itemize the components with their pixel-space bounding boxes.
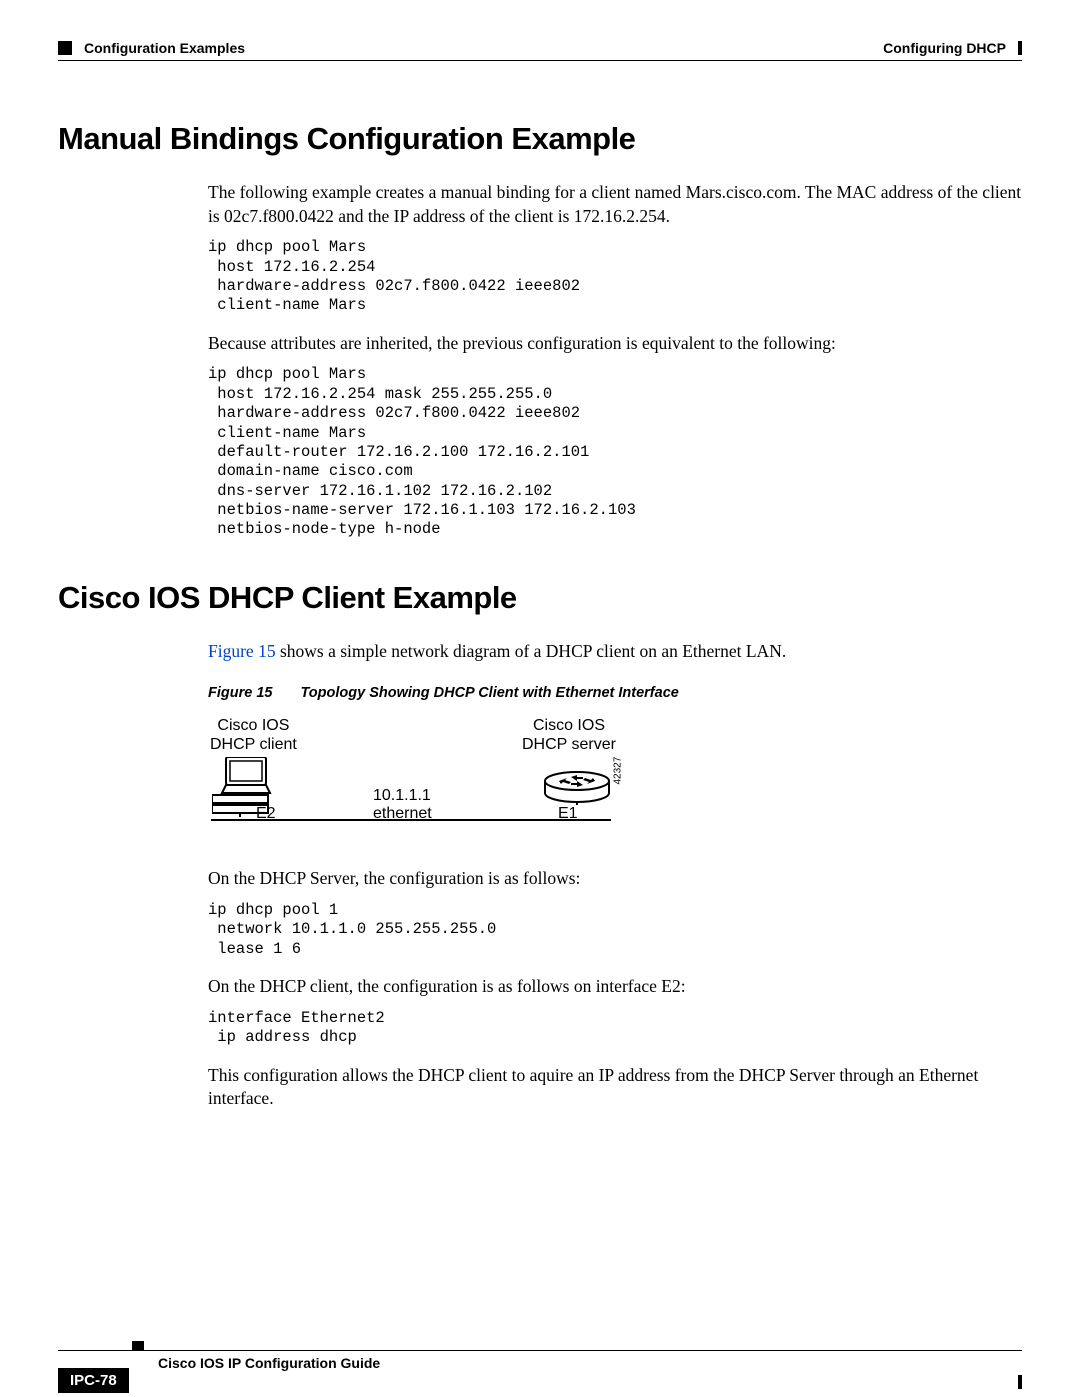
router-icon bbox=[543, 771, 611, 805]
diagram-label-ip: 10.1.1.1 bbox=[373, 787, 431, 805]
paragraph-conclusion: This configuration allows the DHCP clien… bbox=[208, 1064, 1022, 1111]
diagram-label-e1: E1 bbox=[558, 805, 578, 823]
diagram-label-client: Cisco IOS DHCP client bbox=[210, 717, 297, 754]
figure-number: Figure 15 bbox=[208, 685, 272, 701]
code-block-pool-full: ip dhcp pool Mars host 172.16.2.254 mask… bbox=[208, 365, 1022, 539]
figure-title: Topology Showing DHCP Client with Ethern… bbox=[300, 685, 678, 701]
header-left: Configuration Examples bbox=[58, 40, 245, 56]
header-bar-icon bbox=[1018, 41, 1022, 55]
diagram-label-server: Cisco IOS DHCP server bbox=[522, 717, 616, 754]
diagram-label-e2: E2 bbox=[256, 805, 276, 823]
page-number: IPC-78 bbox=[58, 1368, 129, 1393]
breadcrumb-section: Configuration Examples bbox=[84, 40, 245, 56]
footer-marker-icon bbox=[132, 1341, 144, 1351]
footer-guide-title: Cisco IOS IP Configuration Guide bbox=[158, 1355, 380, 1371]
paragraph-client-config: On the DHCP client, the configuration is… bbox=[208, 975, 1022, 999]
topology-diagram: Cisco IOS DHCP client Cisco IOS DHCP ser… bbox=[208, 719, 648, 839]
paragraph-bridge: Because attributes are inherited, the pr… bbox=[208, 332, 1022, 356]
figure-caption: Figure 15 Topology Showing DHCP Client wi… bbox=[208, 685, 1022, 701]
code-block-server: ip dhcp pool 1 network 10.1.1.0 255.255.… bbox=[208, 901, 1022, 959]
footer-bar-icon bbox=[1018, 1375, 1022, 1389]
diagram-figure-id: 42327 bbox=[613, 757, 624, 785]
paragraph-figure-ref: Figure 15 shows a simple network diagram… bbox=[208, 640, 1022, 664]
header-marker-icon bbox=[58, 41, 72, 55]
paragraph-server-config: On the DHCP Server, the configuration is… bbox=[208, 867, 1022, 891]
page-footer: Cisco IOS IP Configuration Guide IPC-78 bbox=[58, 1350, 1022, 1371]
section-heading-dhcp-client: Cisco IOS DHCP Client Example bbox=[58, 580, 1022, 616]
breadcrumb-chapter: Configuring DHCP bbox=[883, 40, 1006, 56]
code-block-client: interface Ethernet2 ip address dhcp bbox=[208, 1009, 1022, 1048]
header-right: Configuring DHCP bbox=[883, 40, 1022, 56]
figure-link[interactable]: Figure 15 bbox=[208, 641, 276, 661]
paragraph-intro: The following example creates a manual b… bbox=[208, 181, 1022, 228]
figure-ref-rest: shows a simple network diagram of a DHCP… bbox=[276, 641, 787, 661]
diagram-label-ethernet: ethernet bbox=[373, 805, 432, 823]
section-heading-manual-bindings: Manual Bindings Configuration Example bbox=[58, 121, 1022, 157]
page-header: Configuration Examples Configuring DHCP bbox=[58, 40, 1022, 61]
code-block-pool-short: ip dhcp pool Mars host 172.16.2.254 hard… bbox=[208, 238, 1022, 316]
